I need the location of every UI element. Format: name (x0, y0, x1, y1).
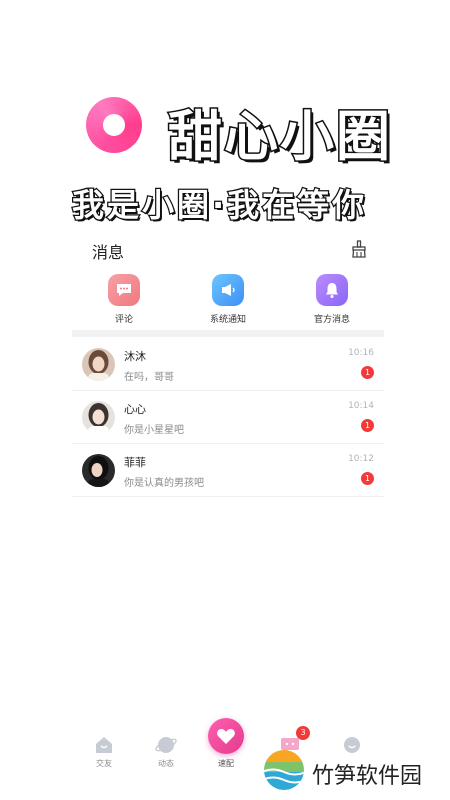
message-categories: 评论 系统通知 官方消息 (72, 274, 384, 330)
app-logo (86, 97, 142, 153)
slogan: 我是小圈·我在等你 (71, 185, 368, 226)
section-divider (72, 330, 384, 337)
page-title: 消息 (92, 243, 125, 262)
category-label: 官方消息 (313, 315, 350, 325)
bell-icon (316, 274, 348, 306)
avatar (82, 348, 115, 381)
tab-moments[interactable]: 动态 (142, 734, 190, 769)
megaphone-icon (212, 274, 244, 306)
planet-icon (155, 737, 177, 753)
message-preview: 你是小星星吧 (124, 425, 184, 436)
conversation-item[interactable]: 菲菲 你是认真的男孩吧 10:12 1 (72, 444, 384, 497)
category-comments[interactable]: 评论 (84, 274, 164, 325)
contact-name: 心心 (124, 403, 146, 416)
comment-icon (108, 274, 140, 306)
unread-badge: 1 (361, 366, 374, 379)
conversation-item[interactable]: 心心 你是小星星吧 10:14 1 (72, 391, 384, 444)
message-time: 10:14 (348, 401, 374, 411)
category-system-notice[interactable]: 系统通知 (188, 274, 268, 325)
category-label: 系统通知 (209, 315, 246, 325)
contact-name: 菲菲 (124, 456, 146, 469)
tab-badge: 3 (296, 726, 310, 740)
avatar (82, 401, 115, 434)
avatar (82, 454, 115, 487)
broom-clear-icon[interactable] (350, 240, 368, 258)
app-title: 甜心小圈 (167, 104, 392, 170)
category-official[interactable]: 官方消息 (292, 274, 372, 325)
promo-banner: 甜心小圈 我是小圈·我在等你 (0, 0, 450, 235)
unread-badge: 1 (361, 472, 374, 485)
unread-badge: 1 (361, 419, 374, 432)
message-time: 10:16 (348, 348, 374, 358)
message-preview: 你是认真的男孩吧 (124, 478, 204, 489)
watermark-text: 竹笋软件园 (312, 764, 423, 789)
message-time: 10:12 (348, 454, 374, 464)
watermark: 竹笋软件园 (262, 748, 442, 794)
message-preview: 在吗，哥哥 (124, 372, 174, 383)
home-icon (96, 737, 112, 753)
conversation-list: 沐沐 在吗，哥哥 10:16 1 心心 你是小星星吧 10:14 1 菲菲 你是… (72, 338, 384, 497)
watermark-logo (264, 750, 304, 790)
contact-name: 沐沐 (124, 350, 146, 363)
tab-label: 交友 (96, 759, 112, 768)
tab-label: 动态 (158, 759, 174, 768)
conversation-item[interactable]: 沐沐 在吗，哥哥 10:16 1 (72, 338, 384, 391)
category-label: 评论 (114, 315, 133, 325)
tab-match[interactable] (208, 718, 244, 754)
tab-label: 速配 (218, 759, 234, 768)
heart-icon (217, 728, 235, 744)
tab-friends[interactable]: 交友 (80, 734, 128, 769)
page-header: 消息 (72, 232, 384, 268)
